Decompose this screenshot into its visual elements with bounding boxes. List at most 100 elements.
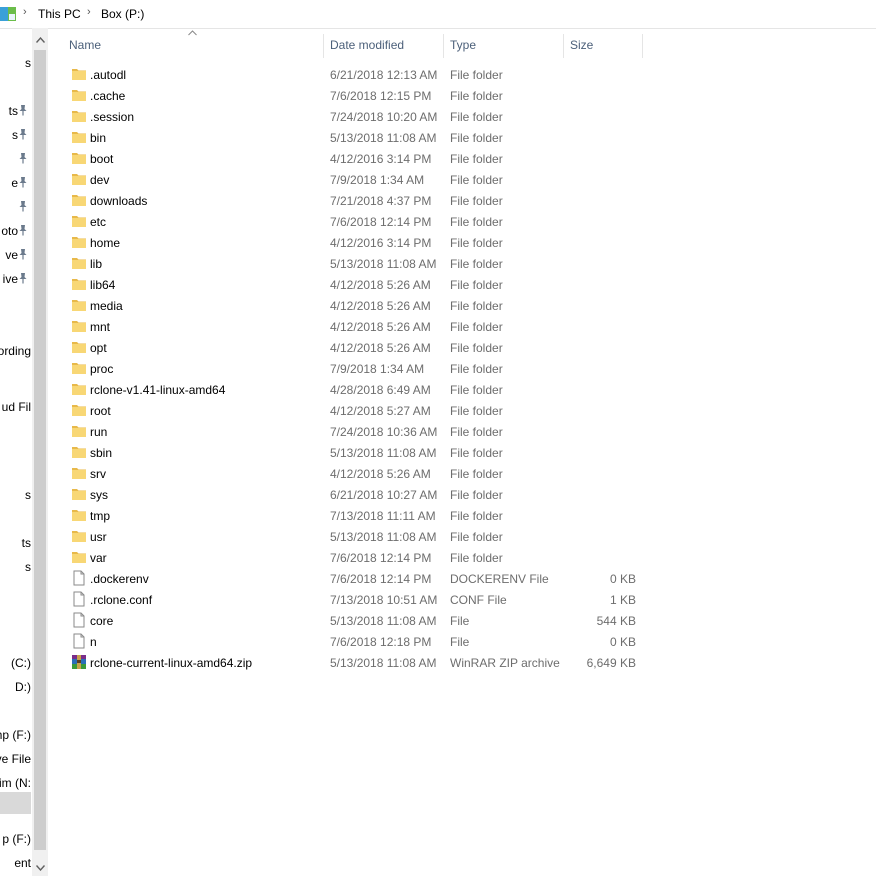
nav-item[interactable]: D:)	[0, 676, 31, 698]
nav-item[interactable]: ve File	[0, 748, 31, 770]
nav-item[interactable]: s	[0, 124, 31, 146]
file-name: proc	[90, 362, 114, 376]
nav-item[interactable]: s	[0, 52, 31, 74]
nav-item[interactable]: mp (F:)	[0, 724, 31, 746]
file-date-modified: 5/13/2018 11:08 AM	[330, 656, 437, 670]
navigation-pane[interactable]: s ts s e oto ve ive ording ud Fil s ts s (C:) D:) mp (…	[0, 28, 31, 876]
folder-row[interactable]: srv 4/12/2018 5:26 AM File folder	[65, 463, 645, 484]
scroll-up-arrow-icon[interactable]	[32, 32, 48, 48]
column-header-type[interactable]: Type	[450, 38, 476, 52]
file-type: File folder	[450, 89, 503, 103]
folder-row[interactable]: boot 4/12/2016 3:14 PM File folder	[65, 148, 645, 169]
folder-icon	[71, 129, 87, 145]
folder-row[interactable]: lib 5/13/2018 11:08 AM File folder	[65, 253, 645, 274]
navigation-scrollbar[interactable]	[32, 28, 48, 876]
file-date-modified: 7/24/2018 10:20 AM	[330, 110, 438, 124]
folder-row[interactable]: opt 4/12/2018 5:26 AM File folder	[65, 337, 645, 358]
file-type: File folder	[450, 362, 503, 376]
folder-row[interactable]: rclone-v1.41-linux-amd64 4/28/2018 6:49 A…	[65, 379, 645, 400]
column-header-date-modified[interactable]: Date modified	[330, 38, 404, 52]
file-date-modified: 5/13/2018 11:08 AM	[330, 530, 437, 544]
file-date-modified: 4/28/2018 6:49 AM	[330, 383, 431, 397]
folder-row[interactable]: var 7/6/2018 12:14 PM File folder	[65, 547, 645, 568]
file-size: 0 KB	[609, 635, 636, 649]
folder-row[interactable]: .autodl 6/21/2018 12:13 AM File folder	[65, 64, 645, 85]
nav-item-label: mp (F:)	[0, 728, 31, 742]
column-divider[interactable]	[443, 34, 444, 58]
folder-row[interactable]: sys 6/21/2018 10:27 AM File folder	[65, 484, 645, 505]
file-date-modified: 5/13/2018 11:08 AM	[330, 257, 437, 271]
file-date-modified: 7/9/2018 1:34 AM	[330, 173, 425, 187]
nav-item[interactable]: ud Fil	[0, 396, 31, 418]
file-name: media	[90, 299, 123, 313]
folder-icon	[71, 402, 87, 418]
nav-item[interactable]: ent	[0, 852, 31, 874]
nav-item[interactable]: ts	[0, 532, 31, 554]
folder-icon	[71, 234, 87, 250]
nav-item[interactable]: s	[0, 484, 31, 506]
column-header-size[interactable]: Size	[570, 38, 593, 52]
file-row[interactable]: core 5/13/2018 11:08 AM File 544 KB	[65, 610, 645, 631]
folder-row[interactable]: lib64 4/12/2018 5:26 AM File folder	[65, 274, 645, 295]
nav-item[interactable]: ve	[0, 244, 31, 266]
file-name: srv	[90, 467, 106, 481]
folder-row[interactable]: etc 7/6/2018 12:14 PM File folder	[65, 211, 645, 232]
file-icon	[71, 633, 87, 649]
breadcrumb-this-pc[interactable]: This PC	[38, 7, 81, 21]
folder-row[interactable]: root 4/12/2018 5:27 AM File folder	[65, 400, 645, 421]
nav-item-label: s	[25, 56, 31, 70]
folder-row[interactable]: .cache 7/6/2018 12:15 PM File folder	[65, 85, 645, 106]
column-divider[interactable]	[323, 34, 324, 58]
breadcrumb-chevron-icon: ›	[23, 6, 27, 18]
file-size: 6,649 KB	[586, 656, 636, 670]
breadcrumb-box-drive[interactable]: Box (P:)	[101, 7, 144, 21]
folder-row[interactable]: bin 5/13/2018 11:08 AM File folder	[65, 127, 645, 148]
nav-item[interactable]: s	[0, 556, 31, 578]
file-date-modified: 7/24/2018 10:36 AM	[330, 425, 438, 439]
file-row[interactable]: n 7/6/2018 12:18 PM File 0 KB	[65, 631, 645, 652]
folder-row[interactable]: home 4/12/2016 3:14 PM File folder	[65, 232, 645, 253]
file-type: File folder	[450, 215, 503, 229]
folder-row[interactable]: tmp 7/13/2018 11:11 AM File folder	[65, 505, 645, 526]
folder-row[interactable]: mnt 4/12/2018 5:26 AM File folder	[65, 316, 645, 337]
column-header-name[interactable]: Name	[69, 38, 101, 52]
nav-item[interactable]: p (F:)	[0, 828, 31, 850]
file-type: File folder	[450, 110, 503, 124]
nav-item[interactable]: im (N:	[0, 772, 31, 794]
folder-row[interactable]: sbin 5/13/2018 11:08 AM File folder	[65, 442, 645, 463]
breadcrumb-chevron-icon: ›	[87, 6, 91, 18]
nav-item-label: ud Fil	[1, 400, 31, 414]
file-date-modified: 7/9/2018 1:34 AM	[330, 362, 425, 376]
nav-item[interactable]: (C:)	[0, 652, 31, 674]
folder-row[interactable]: .session 7/24/2018 10:20 AM File folder	[65, 106, 645, 127]
file-type: File folder	[450, 131, 503, 145]
folder-row[interactable]: run 7/24/2018 10:36 AM File folder	[65, 421, 645, 442]
nav-item[interactable]: ive	[0, 268, 31, 290]
nav-item[interactable]	[0, 792, 31, 814]
scroll-down-arrow-icon[interactable]	[32, 860, 48, 876]
nav-item[interactable]: ts	[0, 100, 31, 122]
nav-item[interactable]	[0, 148, 31, 170]
file-type: File folder	[450, 551, 503, 565]
scroll-thumb[interactable]	[34, 50, 46, 850]
folder-row[interactable]: proc 7/9/2018 1:34 AM File folder	[65, 358, 645, 379]
column-divider[interactable]	[642, 34, 643, 58]
column-divider[interactable]	[563, 34, 564, 58]
nav-item[interactable]: oto	[0, 220, 31, 242]
nav-item[interactable]: ording	[0, 340, 31, 362]
folder-row[interactable]: downloads 7/21/2018 4:37 PM File folder	[65, 190, 645, 211]
nav-item[interactable]	[0, 196, 31, 218]
file-row[interactable]: rclone-current-linux-amd64.zip 5/13/2018 …	[65, 652, 645, 673]
file-list[interactable]: Name Date modified Type Size .autodl 6/21…	[48, 28, 876, 876]
address-bar[interactable]: › This PC › Box (P:)	[0, 0, 876, 29]
nav-item[interactable]: e	[0, 172, 31, 194]
folder-row[interactable]: media 4/12/2018 5:26 AM File folder	[65, 295, 645, 316]
folder-row[interactable]: dev 7/9/2018 1:34 AM File folder	[65, 169, 645, 190]
file-name: sbin	[90, 446, 113, 460]
file-icon	[71, 570, 87, 586]
pin-icon	[18, 272, 28, 284]
file-row[interactable]: .dockerenv 7/6/2018 12:14 PM DOCKERENV Fil…	[65, 568, 645, 589]
file-size: 544 KB	[596, 614, 636, 628]
folder-row[interactable]: usr 5/13/2018 11:08 AM File folder	[65, 526, 645, 547]
file-row[interactable]: .rclone.conf 7/13/2018 10:51 AM CONF File 1…	[65, 589, 645, 610]
